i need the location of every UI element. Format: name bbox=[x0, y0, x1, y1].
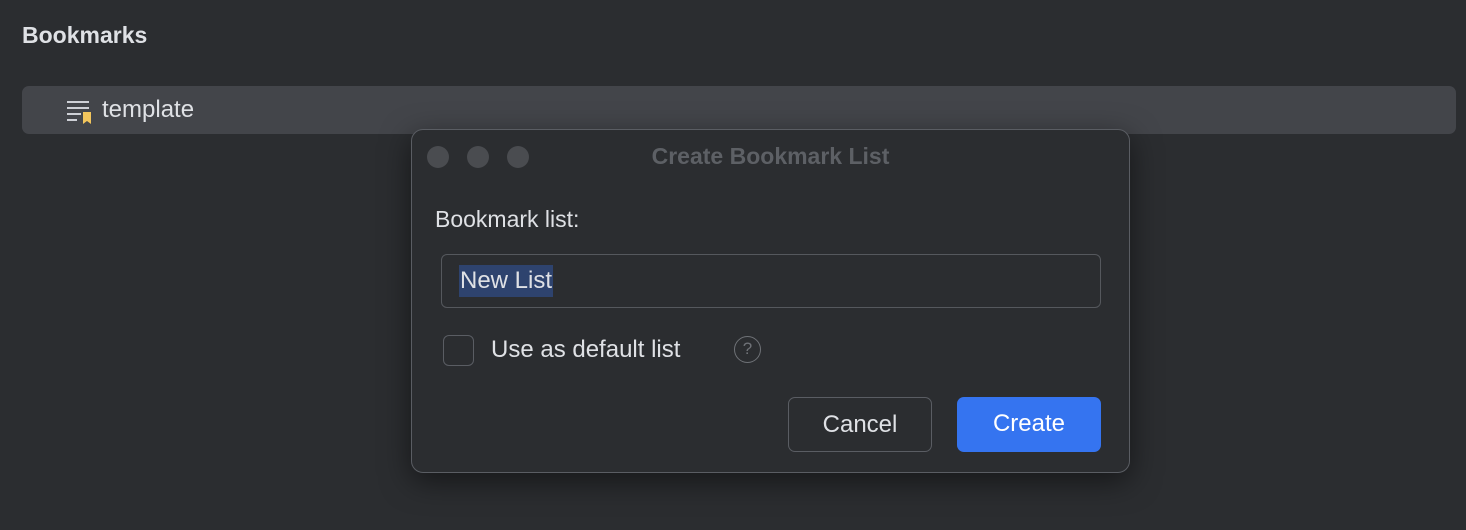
bookmark-list-name-input[interactable]: New List bbox=[441, 254, 1101, 308]
bookmark-list-label: template bbox=[102, 96, 195, 123]
bookmark-list-label: Bookmark list: bbox=[435, 206, 580, 232]
bookmark-list-icon bbox=[67, 101, 91, 124]
create-button[interactable]: Create bbox=[957, 397, 1101, 452]
default-list-checkbox-label[interactable]: Use as default list bbox=[491, 336, 680, 364]
dialog-title: Create Bookmark List bbox=[651, 143, 890, 169]
create-bookmark-list-dialog: Create Bookmark List Bookmark list: New … bbox=[411, 129, 1130, 473]
help-icon[interactable]: ? bbox=[734, 336, 761, 363]
bookmark-list-item[interactable]: template bbox=[22, 86, 1456, 134]
cancel-button[interactable]: Cancel bbox=[788, 397, 932, 452]
default-list-checkbox[interactable] bbox=[443, 335, 474, 366]
input-value: New List bbox=[459, 265, 554, 297]
panel-title: Bookmarks bbox=[22, 22, 148, 48]
